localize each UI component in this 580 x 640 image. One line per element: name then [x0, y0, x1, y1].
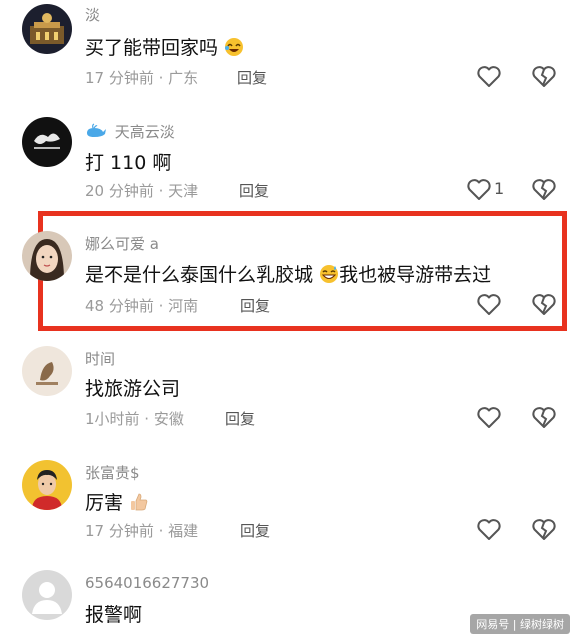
- whale-icon: [87, 123, 106, 137]
- comment-meta: 17 分钟前 · 广东: [85, 69, 199, 87]
- avatar[interactable]: [22, 117, 72, 167]
- reply-button[interactable]: 回复: [240, 520, 270, 541]
- reply-button[interactable]: 回复: [225, 408, 255, 429]
- comment-text: 是不是什么泰国什么乳胶城 我也被导游带去过: [85, 264, 492, 286]
- comment-meta: 48 分钟前 · 河南: [85, 297, 199, 315]
- username[interactable]: 6564016627730: [85, 574, 209, 592]
- avatar[interactable]: [22, 460, 72, 510]
- avatar[interactable]: [22, 346, 72, 396]
- heart-icon[interactable]: [476, 293, 502, 317]
- broken-heart-icon[interactable]: [531, 65, 557, 89]
- broken-heart-icon[interactable]: [531, 178, 557, 202]
- heart-icon[interactable]: [476, 406, 502, 430]
- broken-heart-icon[interactable]: [531, 518, 557, 542]
- comment-meta: 1小时前 · 安徽: [85, 410, 184, 428]
- comment-text: 报警啊: [85, 604, 143, 626]
- comment-text: 找旅游公司: [85, 378, 181, 400]
- comment-meta: 20 分钟前 · 天津: [85, 182, 199, 200]
- laughing-emoji-icon: [225, 38, 244, 56]
- reply-button[interactable]: 回复: [240, 295, 270, 316]
- avatar[interactable]: [22, 4, 72, 54]
- heart-icon[interactable]: [476, 65, 502, 89]
- grinning-sweat-emoji-icon: [320, 265, 339, 283]
- avatar[interactable]: [22, 570, 72, 620]
- username[interactable]: 天高云淡: [85, 121, 175, 142]
- comment-text: 买了能带回家吗: [85, 33, 244, 60]
- heart-icon[interactable]: [466, 178, 492, 202]
- username[interactable]: 淡: [85, 4, 100, 25]
- username[interactable]: 张富贵$: [85, 462, 140, 483]
- heart-icon[interactable]: [476, 518, 502, 542]
- avatar[interactable]: [22, 231, 72, 281]
- reply-button[interactable]: 回复: [239, 180, 269, 201]
- comment-meta: 17 分钟前 · 福建: [85, 522, 199, 540]
- comment-text: 厉害: [85, 488, 149, 515]
- broken-heart-icon[interactable]: [531, 293, 557, 317]
- username[interactable]: 娜么可爱 a: [85, 233, 159, 254]
- thumbs-up-emoji-icon: [131, 493, 148, 511]
- username[interactable]: 时间: [85, 348, 115, 369]
- reply-button[interactable]: 回复: [237, 67, 267, 88]
- comment-text: 打 110 啊: [85, 152, 172, 174]
- broken-heart-icon[interactable]: [531, 406, 557, 430]
- like-count: 1: [494, 179, 505, 198]
- watermark: 网易号 | 绿树绿树: [470, 614, 570, 634]
